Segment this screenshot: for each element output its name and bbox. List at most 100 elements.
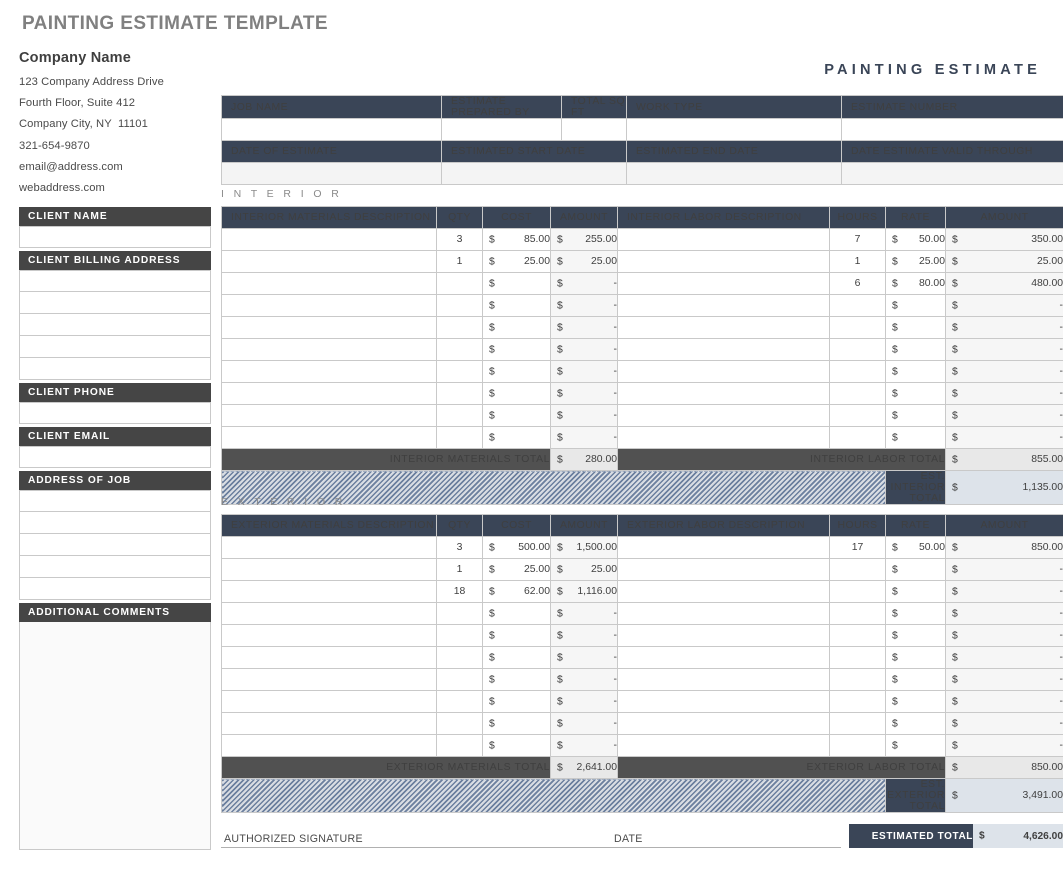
qty-cell[interactable]: 3 bbox=[436, 536, 483, 559]
money-cell[interactable]: $25.00 bbox=[885, 250, 946, 273]
job-date-input[interactable] bbox=[221, 162, 442, 185]
money-cell[interactable]: $ - bbox=[945, 668, 1063, 691]
money-cell[interactable]: $ bbox=[482, 624, 551, 647]
money-cell[interactable]: $ bbox=[885, 338, 946, 361]
money-cell[interactable]: $ bbox=[482, 360, 551, 383]
qty-cell[interactable] bbox=[436, 712, 483, 735]
money-cell[interactable]: $850.00 bbox=[945, 756, 1063, 779]
qty-cell[interactable] bbox=[436, 602, 483, 625]
money-cell[interactable]: $ - bbox=[550, 602, 618, 625]
qty-cell[interactable] bbox=[436, 382, 483, 405]
qty-cell[interactable] bbox=[436, 360, 483, 383]
qty-cell[interactable] bbox=[436, 316, 483, 339]
labor-description-cell[interactable] bbox=[617, 360, 830, 383]
money-cell[interactable]: $255.00 bbox=[550, 228, 618, 251]
money-cell[interactable]: $25.00 bbox=[945, 250, 1063, 273]
money-cell[interactable]: $ - bbox=[945, 294, 1063, 317]
job-info-input[interactable] bbox=[441, 118, 562, 141]
qty-cell[interactable]: 1 bbox=[436, 558, 483, 581]
money-cell[interactable]: $ - bbox=[550, 404, 618, 427]
money-cell[interactable]: $ - bbox=[550, 338, 618, 361]
money-cell[interactable]: $1,116.00 bbox=[550, 580, 618, 603]
money-cell[interactable]: $ bbox=[482, 382, 551, 405]
client-input-row[interactable] bbox=[19, 446, 211, 468]
hours-cell[interactable] bbox=[829, 426, 886, 449]
money-cell[interactable]: $ bbox=[885, 360, 946, 383]
money-cell[interactable]: $ - bbox=[550, 690, 618, 713]
hours-cell[interactable] bbox=[829, 382, 886, 405]
labor-description-cell[interactable] bbox=[617, 250, 830, 273]
qty-cell[interactable] bbox=[436, 338, 483, 361]
money-cell[interactable]: $ bbox=[885, 316, 946, 339]
hours-cell[interactable] bbox=[829, 734, 886, 757]
labor-description-cell[interactable] bbox=[617, 646, 830, 669]
money-cell[interactable]: $855.00 bbox=[945, 448, 1063, 471]
hours-cell[interactable]: 7 bbox=[829, 228, 886, 251]
job-info-input[interactable] bbox=[841, 118, 1063, 141]
materials-description-cell[interactable] bbox=[221, 690, 437, 713]
money-cell[interactable]: $ - bbox=[550, 316, 618, 339]
client-input-row[interactable] bbox=[19, 534, 211, 556]
materials-description-cell[interactable] bbox=[221, 360, 437, 383]
money-cell[interactable]: $ - bbox=[945, 602, 1063, 625]
money-cell[interactable]: $ bbox=[885, 580, 946, 603]
hours-cell[interactable] bbox=[829, 316, 886, 339]
materials-description-cell[interactable] bbox=[221, 734, 437, 757]
materials-description-cell[interactable] bbox=[221, 250, 437, 273]
qty-cell[interactable] bbox=[436, 624, 483, 647]
money-cell[interactable]: $ bbox=[482, 646, 551, 669]
money-cell[interactable]: $ bbox=[885, 712, 946, 735]
job-info-input[interactable] bbox=[626, 118, 842, 141]
materials-description-cell[interactable] bbox=[221, 668, 437, 691]
money-cell[interactable]: $ bbox=[482, 668, 551, 691]
money-cell[interactable]: $ - bbox=[550, 712, 618, 735]
money-cell[interactable]: $480.00 bbox=[945, 272, 1063, 295]
money-cell[interactable]: $ bbox=[885, 602, 946, 625]
money-cell[interactable]: $ - bbox=[945, 646, 1063, 669]
labor-description-cell[interactable] bbox=[617, 536, 830, 559]
money-cell[interactable]: $ bbox=[885, 624, 946, 647]
hours-cell[interactable] bbox=[829, 624, 886, 647]
labor-description-cell[interactable] bbox=[617, 734, 830, 757]
labor-description-cell[interactable] bbox=[617, 294, 830, 317]
money-cell[interactable]: $50.00 bbox=[885, 536, 946, 559]
labor-description-cell[interactable] bbox=[617, 712, 830, 735]
money-cell[interactable]: $ bbox=[482, 316, 551, 339]
hours-cell[interactable] bbox=[829, 558, 886, 581]
money-cell[interactable]: $ bbox=[885, 294, 946, 317]
hours-cell[interactable]: 6 bbox=[829, 272, 886, 295]
money-cell[interactable]: $ bbox=[885, 734, 946, 757]
client-input-row[interactable] bbox=[19, 336, 211, 358]
money-cell[interactable]: $ bbox=[482, 294, 551, 317]
labor-description-cell[interactable] bbox=[617, 338, 830, 361]
job-info-input[interactable] bbox=[221, 118, 442, 141]
materials-description-cell[interactable] bbox=[221, 536, 437, 559]
qty-cell[interactable] bbox=[436, 646, 483, 669]
money-cell[interactable]: $ - bbox=[550, 294, 618, 317]
money-cell[interactable]: $ bbox=[885, 690, 946, 713]
money-cell[interactable]: $ - bbox=[945, 734, 1063, 757]
money-cell[interactable]: $ - bbox=[550, 272, 618, 295]
money-cell[interactable]: $ bbox=[482, 272, 551, 295]
money-cell[interactable]: $ bbox=[885, 426, 946, 449]
labor-description-cell[interactable] bbox=[617, 668, 830, 691]
materials-description-cell[interactable] bbox=[221, 272, 437, 295]
money-cell[interactable]: $ bbox=[482, 426, 551, 449]
client-input-row[interactable] bbox=[19, 358, 211, 380]
money-cell[interactable]: $ bbox=[885, 558, 946, 581]
client-input-row[interactable] bbox=[19, 402, 211, 424]
money-cell[interactable]: $62.00 bbox=[482, 580, 551, 603]
money-cell[interactable]: $ bbox=[885, 382, 946, 405]
job-info-input[interactable] bbox=[561, 118, 627, 141]
money-cell[interactable]: $850.00 bbox=[945, 536, 1063, 559]
money-cell[interactable]: $ - bbox=[945, 690, 1063, 713]
money-cell[interactable]: $ - bbox=[550, 624, 618, 647]
money-cell[interactable]: $ - bbox=[945, 712, 1063, 735]
materials-description-cell[interactable] bbox=[221, 382, 437, 405]
qty-cell[interactable] bbox=[436, 294, 483, 317]
materials-description-cell[interactable] bbox=[221, 558, 437, 581]
money-cell[interactable]: $ bbox=[885, 668, 946, 691]
money-cell[interactable]: $80.00 bbox=[885, 272, 946, 295]
client-input-row[interactable] bbox=[19, 490, 211, 512]
hours-cell[interactable] bbox=[829, 360, 886, 383]
